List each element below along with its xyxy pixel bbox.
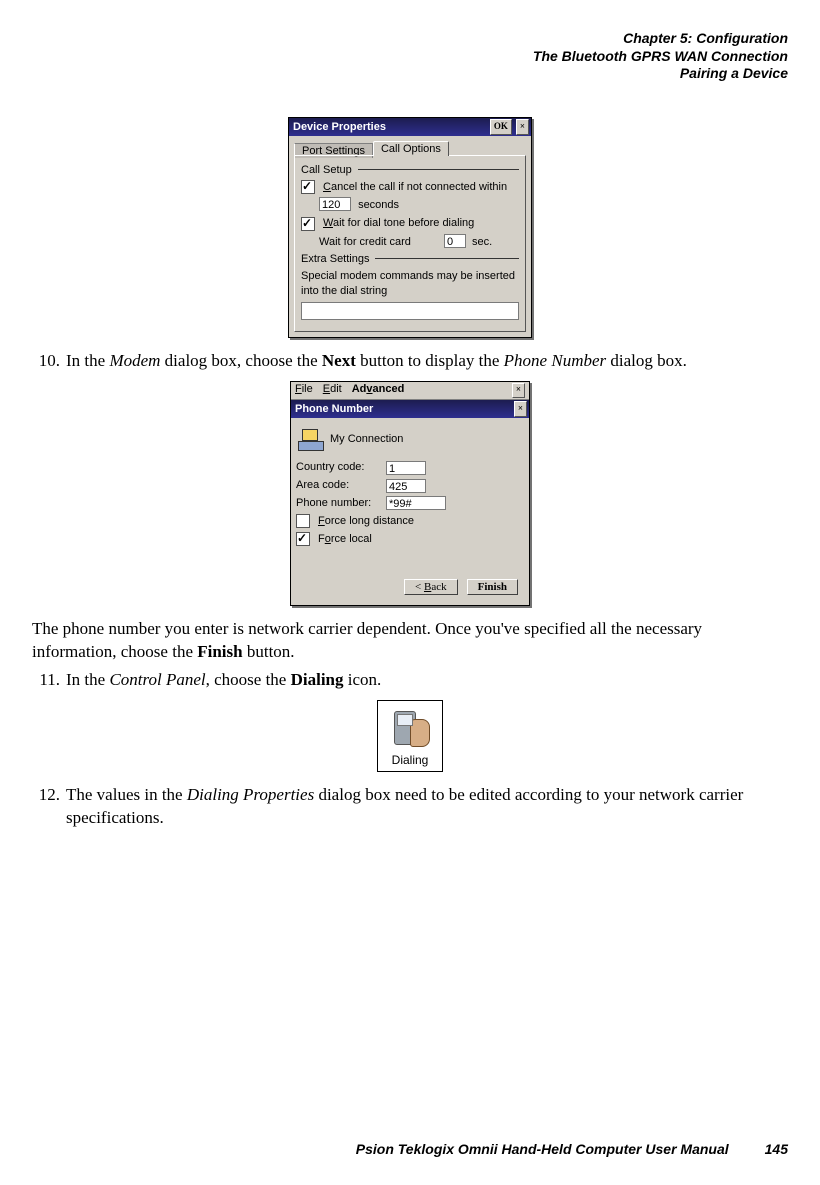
phone-number-dialog: File Edit Advanced × Phone Number × My C… <box>290 381 530 605</box>
dialog-titlebar: Phone Number × <box>291 400 529 418</box>
checkbox-force-local[interactable] <box>296 532 310 546</box>
checkbox-wait-dial-tone[interactable] <box>301 217 315 231</box>
area-code-input[interactable]: 425 <box>386 479 426 493</box>
dialog-titlebar: Device Properties OK × <box>289 118 531 136</box>
checkbox-force-long-distance[interactable] <box>296 514 310 528</box>
connection-icon <box>298 429 322 449</box>
cancel-call-label: CCancel the call if not connected within… <box>323 180 507 195</box>
menubar-close-button[interactable]: × <box>512 383 525 398</box>
group-extra-settings: Extra Settings <box>301 253 519 265</box>
step-text: In the Control Panel, choose the Dialing… <box>66 669 381 692</box>
area-code-label: Area code: <box>296 478 386 493</box>
step-number: 10. <box>32 350 60 373</box>
paragraph-finish-note: The phone number you enter is network ca… <box>32 618 788 664</box>
header-subsection: Pairing a Device <box>32 65 788 83</box>
ok-button[interactable]: OK <box>490 119 512 135</box>
phone-number-input[interactable]: *99# <box>386 496 446 510</box>
dialog-title: Phone Number <box>295 403 510 415</box>
seconds-input[interactable]: 120 <box>319 197 351 211</box>
finish-button[interactable]: Finish <box>467 579 518 595</box>
group-label: Extra Settings <box>301 253 369 265</box>
dialing-icon-box[interactable]: Dialing <box>377 700 443 772</box>
header-chapter: Chapter 5: Configuration <box>32 30 788 48</box>
credit-input[interactable]: 0 <box>444 234 466 248</box>
extra-commands-input[interactable] <box>301 302 519 320</box>
dialing-label: Dialing <box>388 753 432 767</box>
wait-dial-label: Wait for dial tone before dialing <box>323 216 474 231</box>
step-text: The values in the Dialing Properties dia… <box>66 784 788 830</box>
group-call-setup: Call Setup <box>301 164 519 176</box>
dialog-title: Device Properties <box>293 121 486 133</box>
footer-text: Psion Teklogix Omnii Hand-Held Computer … <box>356 1141 729 1157</box>
header-section: The Bluetooth GPRS WAN Connection <box>32 48 788 66</box>
force-long-label: Force long distance <box>318 514 414 529</box>
connection-name: My Connection <box>330 433 403 445</box>
wait-credit-label: Wait for credit card <box>319 236 411 248</box>
step-text: In the Modem dialog box, choose the Next… <box>66 350 687 373</box>
dialing-icon <box>388 707 432 751</box>
step-number: 11. <box>32 669 60 692</box>
checkbox-cancel-call[interactable] <box>301 180 315 194</box>
seconds-label: seconds <box>358 199 399 211</box>
step-12: 12. The values in the Dialing Properties… <box>32 784 788 830</box>
country-code-label: Country code: <box>296 460 386 475</box>
force-local-label: Force local <box>318 532 372 547</box>
back-button[interactable]: < Back <box>404 579 458 595</box>
menu-file[interactable]: File <box>295 383 313 398</box>
device-properties-dialog: Device Properties OK × Port Settings Cal… <box>288 117 532 339</box>
step-10: 10. In the Modem dialog box, choose the … <box>32 350 788 373</box>
page-header: Chapter 5: Configuration The Bluetooth G… <box>32 30 788 83</box>
page-number: 145 <box>765 1141 788 1157</box>
menu-edit[interactable]: Edit <box>323 383 342 398</box>
tab-call-options[interactable]: Call Options <box>373 141 449 156</box>
close-button[interactable]: × <box>516 119 529 135</box>
phone-number-label: Phone number: <box>296 496 386 511</box>
page-footer: Psion Teklogix Omnii Hand-Held Computer … <box>32 1141 788 1157</box>
close-button[interactable]: × <box>514 401 527 417</box>
country-code-input[interactable]: 1 <box>386 461 426 475</box>
credit-unit: sec. <box>472 236 492 248</box>
group-label: Call Setup <box>301 164 352 176</box>
step-11: 11. In the Control Panel, choose the Dia… <box>32 669 788 692</box>
menu-advanced[interactable]: Advanced <box>352 383 405 398</box>
menubar: File Edit Advanced × <box>291 382 529 400</box>
extra-hint: Special modem commands may be inserted i… <box>301 269 519 299</box>
step-number: 12. <box>32 784 60 830</box>
